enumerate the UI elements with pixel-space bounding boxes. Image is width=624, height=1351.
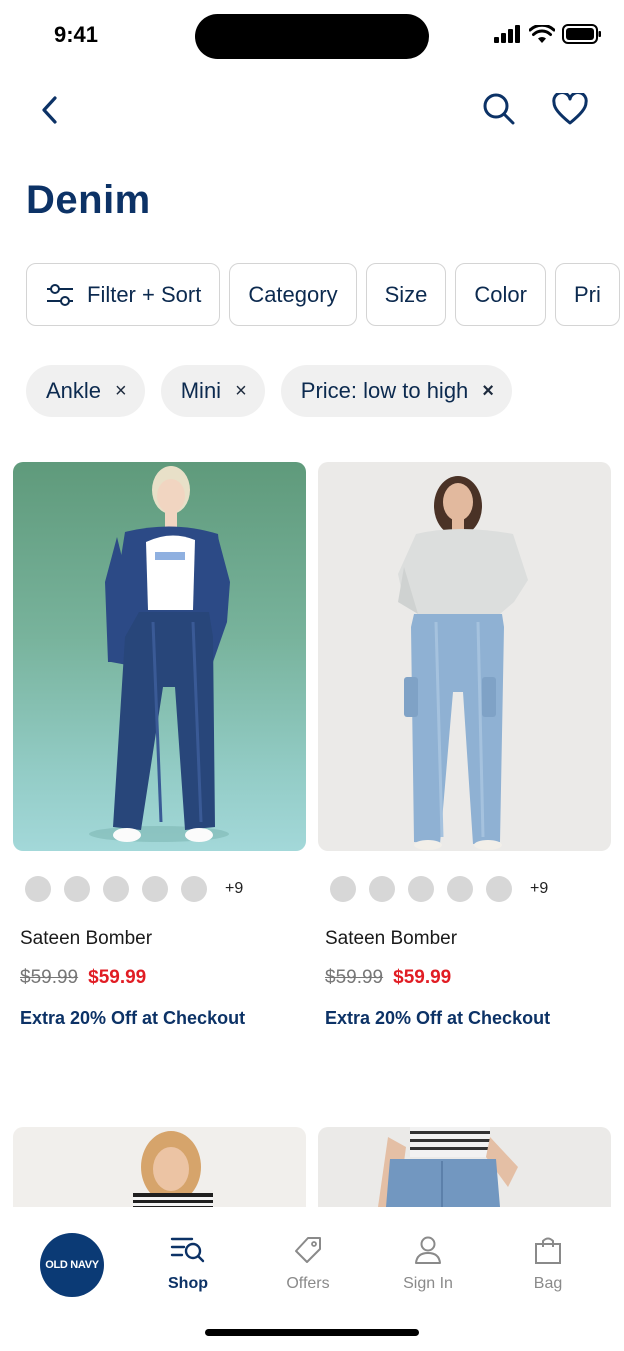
- sale-price: $59.99: [393, 967, 452, 988]
- status-time: 9:41: [54, 22, 99, 47]
- product-card[interactable]: [13, 1127, 306, 1207]
- remove-filter-icon[interactable]: ×: [235, 380, 247, 403]
- tab-label: Shop: [168, 1275, 208, 1292]
- remove-filter-icon[interactable]: ×: [482, 380, 494, 403]
- original-price: $59.99: [20, 967, 79, 988]
- product-image[interactable]: [13, 1127, 306, 1207]
- tab-label: Sign In: [403, 1275, 453, 1292]
- filter-size-label: Size: [384, 281, 428, 307]
- tag-icon: [295, 1237, 321, 1263]
- color-swatch[interactable]: [103, 876, 129, 902]
- tab-bag[interactable]: Bag: [498, 1235, 598, 1293]
- top-nav: [0, 80, 624, 140]
- dynamic-island: [195, 14, 429, 59]
- filter-price-label: Pri: [573, 281, 601, 307]
- applied-filter-label: Ankle: [46, 378, 102, 403]
- old-navy-logo-button[interactable]: OLD NAVY: [40, 1233, 104, 1297]
- color-swatches: +9: [25, 876, 243, 902]
- tab-label: Offers: [286, 1275, 330, 1292]
- remove-filter-icon[interactable]: ×: [115, 380, 127, 403]
- color-swatch[interactable]: [181, 876, 207, 902]
- product-card[interactable]: +9 Sateen Bomber $59.99 $59.99 Extra 20%…: [318, 462, 611, 1028]
- color-swatch[interactable]: [142, 876, 168, 902]
- product-prices: $59.99 $59.99: [325, 967, 451, 989]
- filter-color-label: Color: [474, 281, 527, 307]
- color-swatch[interactable]: [486, 876, 512, 902]
- bottom-tab-bar: OLD NAVY Shop Offers Sign In Bag: [0, 1207, 624, 1351]
- home-indicator: [205, 1329, 419, 1336]
- product-name[interactable]: Sateen Bomber: [325, 928, 457, 950]
- promo-text: Extra 20% Off at Checkout: [20, 1008, 246, 1028]
- color-swatches: +9: [330, 876, 548, 902]
- applied-filter-label: Price: low to high: [300, 378, 469, 403]
- filter-price[interactable]: Pri: [554, 263, 620, 326]
- product-image[interactable]: [318, 462, 611, 851]
- search-button[interactable]: [478, 88, 520, 130]
- heart-icon: [552, 93, 588, 125]
- applied-filter-mini[interactable]: Mini ×: [160, 365, 265, 417]
- tab-shop[interactable]: Shop: [138, 1235, 238, 1293]
- tab-offers[interactable]: Offers: [258, 1235, 358, 1293]
- battery-icon: [562, 24, 601, 44]
- sliders-icon: [45, 282, 75, 308]
- sale-price: $59.99: [88, 967, 147, 988]
- applied-filter-price[interactable]: Price: low to high ×: [280, 365, 512, 417]
- product-card[interactable]: +9 Sateen Bomber $59.99 $59.99 Extra 20%…: [13, 462, 306, 1028]
- filter-sort-button[interactable]: Filter + Sort: [26, 263, 221, 326]
- signal-icon: [494, 25, 520, 43]
- color-swatch[interactable]: [447, 876, 473, 902]
- shop-search-icon: [170, 1237, 205, 1263]
- wifi-icon: [529, 24, 555, 43]
- promo-text: Extra 20% Off at Checkout: [325, 1008, 551, 1028]
- search-icon: [483, 93, 515, 125]
- tab-sign-in[interactable]: Sign In: [378, 1235, 478, 1293]
- person-icon: [415, 1236, 441, 1264]
- color-swatch[interactable]: [64, 876, 90, 902]
- more-colors-count[interactable]: +9: [530, 880, 548, 898]
- applied-filters: Ankle × Mini × Price: low to high ×: [26, 365, 512, 417]
- bag-icon: [535, 1237, 561, 1264]
- product-prices: $59.99 $59.99: [20, 967, 146, 989]
- chevron-left-icon: [42, 96, 57, 124]
- tab-label: Bag: [533, 1275, 563, 1292]
- status-icons: [494, 24, 602, 44]
- filter-color[interactable]: Color: [455, 263, 546, 326]
- applied-filter-label: Mini: [180, 378, 222, 403]
- filter-category-label: Category: [248, 281, 338, 307]
- product-image[interactable]: [318, 1127, 611, 1207]
- product-card[interactable]: [318, 1127, 611, 1207]
- status-bar: 9:41: [0, 0, 624, 72]
- filter-bar: Filter + Sort Category Size Color Pri: [26, 263, 620, 326]
- color-swatch[interactable]: [369, 876, 395, 902]
- color-swatch[interactable]: [330, 876, 356, 902]
- filter-size[interactable]: Size: [365, 263, 447, 326]
- filter-sort-label: Filter + Sort: [87, 281, 202, 307]
- original-price: $59.99: [325, 967, 384, 988]
- filter-category[interactable]: Category: [229, 263, 357, 326]
- favorites-button[interactable]: [548, 88, 592, 130]
- product-name[interactable]: Sateen Bomber: [20, 928, 152, 950]
- more-colors-count[interactable]: +9: [225, 880, 243, 898]
- color-swatch[interactable]: [25, 876, 51, 902]
- product-image[interactable]: [13, 462, 306, 851]
- color-swatch[interactable]: [408, 876, 434, 902]
- logo-text: OLD NAVY: [45, 1259, 99, 1271]
- page-title: Denim: [26, 178, 151, 222]
- back-button[interactable]: [30, 90, 70, 130]
- applied-filter-ankle[interactable]: Ankle ×: [26, 365, 145, 417]
